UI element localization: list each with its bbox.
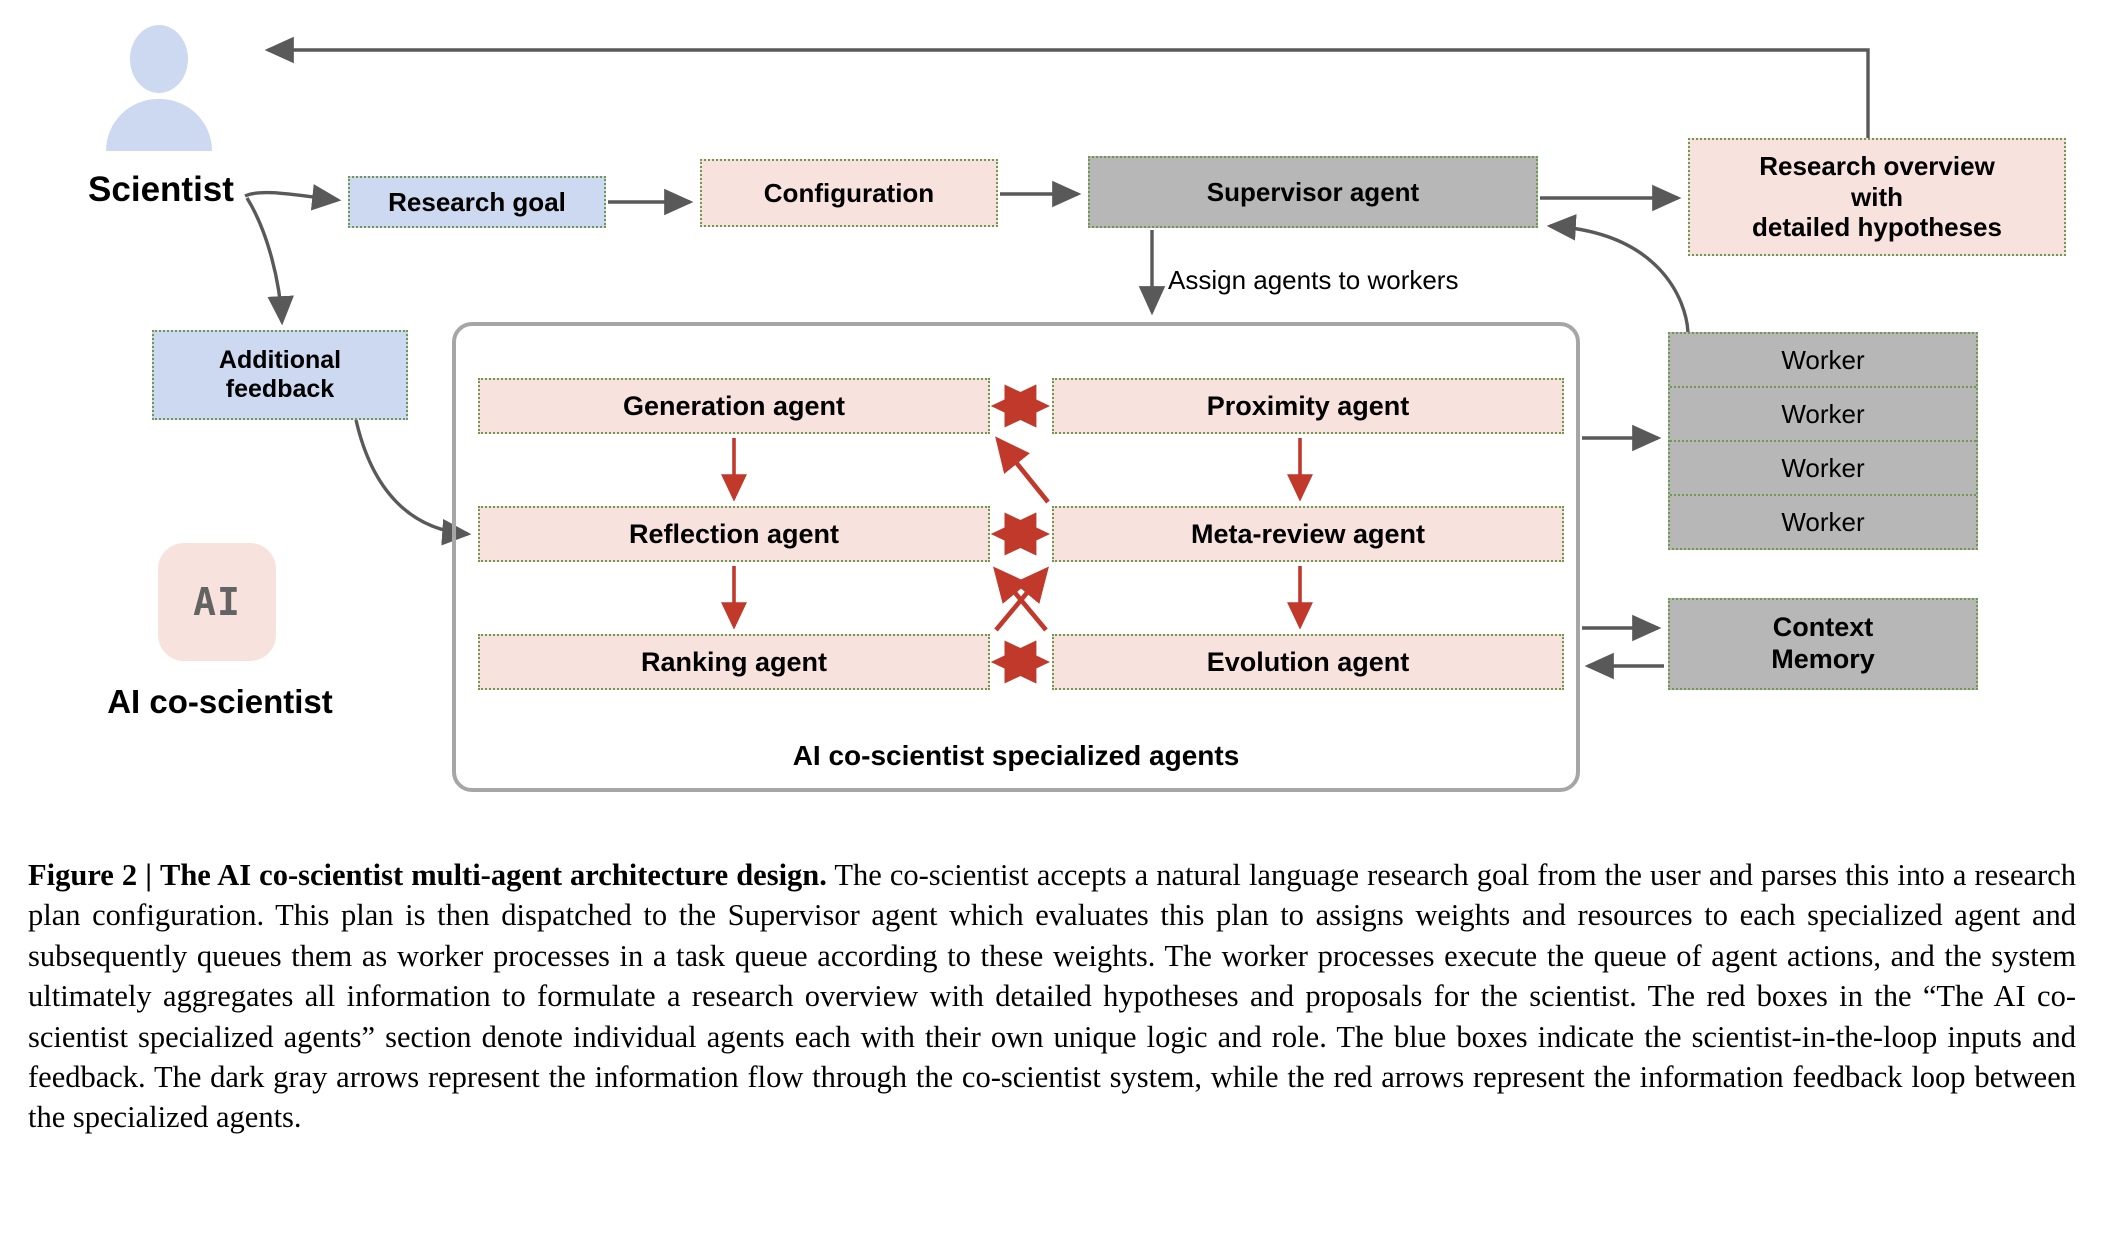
node-research-goal: Research goal [348,176,606,228]
arrow-scientist-to-additional-feedback [245,197,294,326]
node-additional-feedback-line2: feedback [225,375,335,403]
architecture-diagram: Scientist AI AI co-scientist Research go… [0,0,2104,820]
node-research-overview: Research overview with detailed hypothes… [1688,138,2066,256]
caption-separator: | [145,858,152,892]
caption-title: The AI co-scientist multi-agent architec… [160,858,827,892]
node-worker-stack: Worker Worker Worker Worker [1668,332,1978,550]
node-evolution-agent: Evolution agent [1052,634,1564,690]
node-meta-review-agent: Meta-review agent [1052,506,1564,562]
node-reflection-agent: Reflection agent [478,506,990,562]
caption-figure-label: Figure 2 [28,858,138,892]
arrow-overview-to-scientist [264,36,1870,138]
node-ranking-agent: Ranking agent [478,634,990,690]
node-proximity-agent: Proximity agent [1052,378,1564,434]
worker-row: Worker [1670,386,1976,440]
scientist-avatar-icon [100,25,218,151]
node-context-memory-line2: Memory [1771,644,1875,674]
arrow-worker-to-supervisor [1546,214,1690,333]
node-generation-agent: Generation agent [478,378,990,434]
node-research-overview-line2: with [1851,181,1903,212]
node-additional-feedback-line1: Additional [218,345,342,374]
specialized-agents-container-label: AI co-scientist specialized agents [792,740,1240,771]
node-research-overview-line3: detailed hypotheses [1752,212,2002,243]
node-additional-feedback: Additional feedback [152,330,408,420]
caption-body: The co-scientist accepts a natural langu… [28,858,2077,1135]
avatar-body-icon [106,99,212,151]
node-context-memory: Context Memory [1668,598,1978,690]
avatar-head-icon [130,25,188,93]
assign-agents-to-workers-label: Assign agents to workers [1168,265,1459,295]
node-research-goal-label: Research goal [388,186,566,217]
node-context-memory-line1: Context [1772,612,1874,643]
scientist-label: Scientist [88,170,234,209]
ai-logo-icon: AI [158,543,276,661]
node-supervisor-agent: Supervisor agent [1088,156,1538,228]
worker-row: Worker [1670,440,1976,494]
ai-co-scientist-label: AI co-scientist [107,683,333,720]
node-research-overview-line1: Research overview [1759,150,1995,181]
node-supervisor-agent-label: Supervisor agent [1206,176,1420,207]
node-configuration: Configuration [700,159,998,227]
node-configuration-label: Configuration [763,177,935,208]
worker-row: Worker [1781,344,1865,375]
worker-row: Worker [1670,494,1976,548]
figure-caption: Figure 2 | The AI co-scientist multi-age… [28,855,2076,1138]
